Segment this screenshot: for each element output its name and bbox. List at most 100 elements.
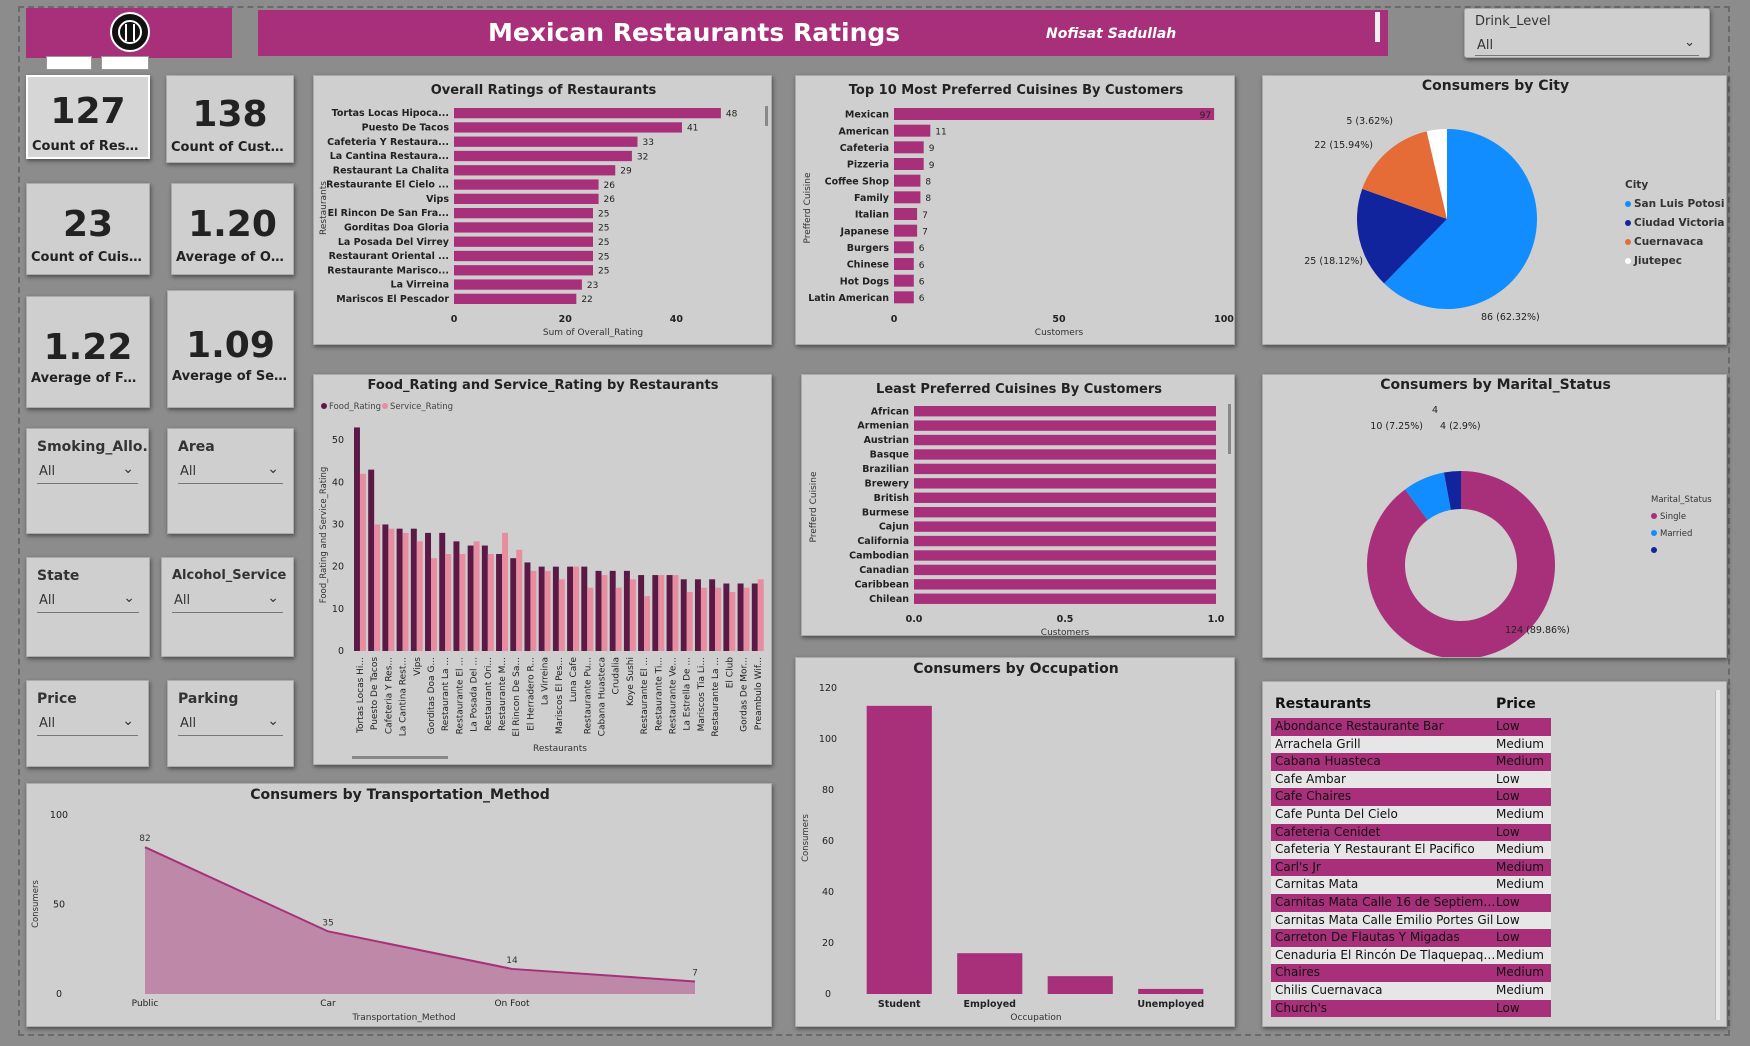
legend-swatch: [1625, 258, 1631, 264]
y-axis-label: Consumers: [31, 880, 41, 928]
bar-food: [652, 575, 659, 651]
bar-food: [595, 570, 602, 651]
x-axis-label: Transportation_Method: [351, 1013, 455, 1023]
consumers-marital-card: Consumers by Marital_Status 124 (89.86%) 1…: [1262, 374, 1727, 658]
slicer-label: Smoking_Allo...: [37, 439, 149, 455]
transport-chart[interactable]: Consumers by Transportation_Method 0 50 100…: [27, 784, 772, 1027]
cell-restaurant: Church's: [1275, 1000, 1328, 1015]
table-row[interactable]: Cafe Punta Del Cielo Medium: [1271, 805, 1551, 824]
table-row[interactable]: Church's Low: [1271, 999, 1551, 1018]
table-row[interactable]: Cabana Huasteca Medium: [1271, 753, 1551, 771]
bar-food: [538, 566, 545, 651]
consumers-marital-chart[interactable]: Consumers by Marital_Status 124 (89.86%) 1…: [1263, 375, 1727, 658]
header-price[interactable]: Price: [1496, 690, 1546, 718]
slicer-label: Parking: [178, 691, 239, 707]
food-service-chart[interactable]: Food_Rating and Service_Rating by Restau…: [314, 375, 772, 765]
table-row[interactable]: Abondance Restaurante Bar Low: [1271, 718, 1551, 736]
bar: [454, 193, 599, 204]
data-label: 25: [598, 267, 609, 277]
price-dropdown[interactable]: All ⌄: [37, 713, 138, 736]
smoking-slicer[interactable]: Smoking_Allo... All ⌄: [26, 428, 149, 534]
bar-service: [359, 473, 366, 651]
header-tab-1[interactable]: [46, 56, 92, 70]
legend-title: Marital_Status: [1651, 495, 1712, 505]
x-tick-label: Mariscos El Pes...: [555, 657, 565, 734]
bar-service: [388, 528, 395, 651]
x-tick-label: Luna Cafe: [569, 657, 579, 703]
table-row[interactable]: Cafe Chaires Low: [1271, 788, 1551, 806]
table-scrollbar[interactable]: [1715, 690, 1720, 1020]
price-table: Restaurants Price Abondance Restaurante B…: [1271, 690, 1551, 1018]
table-row[interactable]: Cafe Ambar Low: [1271, 770, 1551, 789]
consumers-city-chart[interactable]: Consumers by City 86 (62.32%) 25 (18.12%) 2…: [1263, 76, 1727, 345]
header-tab-2[interactable]: [101, 56, 149, 70]
bar-food: [581, 566, 588, 651]
y-tick-label: 20: [332, 562, 344, 573]
smoking-dropdown[interactable]: All ⌄: [37, 461, 138, 484]
alcohol-service-dropdown[interactable]: All ⌄: [172, 590, 283, 613]
bar-service: [601, 575, 608, 651]
legend-label: Married: [1660, 529, 1692, 539]
table-row[interactable]: Arrachela Grill Medium: [1271, 735, 1551, 754]
top10-cuisines-chart[interactable]: Top 10 Most Preferred Cuisines By Custom…: [796, 76, 1235, 345]
area-slicer[interactable]: Area All ⌄: [167, 428, 294, 534]
drink-level-label: Drink_Level: [1475, 14, 1551, 29]
bar: [957, 953, 1023, 994]
bar: [454, 236, 593, 247]
table-row[interactable]: Carl's Jr Medium: [1271, 858, 1551, 877]
kpi-count-cuisine: 23 Count of Cuisine: [26, 183, 150, 275]
table-row[interactable]: Cenaduria El Rincón De Tlaquepaque Medium: [1271, 946, 1551, 965]
cell-price: Low: [1496, 930, 1520, 945]
bar: [454, 265, 593, 276]
category-label: Brazilian: [862, 464, 909, 475]
category-label: Restaurante Marisco...: [327, 265, 449, 276]
bar-food: [467, 545, 474, 651]
chevron-down-icon: ⌄: [267, 461, 279, 477]
data-label: 4 (2.9%): [1440, 421, 1481, 432]
data-label: 7: [922, 228, 928, 238]
x-tick-label: La Posada Del ...: [470, 657, 480, 732]
x-tick-label: Vips: [413, 657, 423, 676]
y-axis-label: Food_Rating and Service_Rating: [319, 467, 329, 604]
table-row[interactable]: Carnitas Mata Calle Emilio Portes Gil Low: [1271, 911, 1551, 930]
category-label: Caribbean: [854, 579, 909, 590]
table-row[interactable]: Chilis Cuernavaca Medium: [1271, 981, 1551, 1000]
parking-dropdown[interactable]: All ⌄: [178, 713, 283, 736]
slicer-label: Alcohol_Service: [172, 568, 287, 583]
alcohol-service-slicer[interactable]: Alcohol_Service All ⌄: [161, 557, 294, 657]
cell-price: Medium: [1496, 859, 1544, 874]
data-label: 8: [925, 178, 931, 188]
least-cuisines-chart[interactable]: Least Preferred Cuisines By Customers Afr…: [802, 375, 1235, 636]
table-row[interactable]: Carreton De Flautas Y Migadas Low: [1271, 929, 1551, 947]
table-row[interactable]: Cafeteria Cenidet Low: [1271, 823, 1551, 842]
table-row[interactable]: Carnitas Mata Medium: [1271, 876, 1551, 894]
x-tick-label: El Herradero R...: [526, 657, 536, 731]
area-dropdown[interactable]: All ⌄: [178, 461, 283, 484]
x-tick-label: Tortas Locas Hi...: [356, 657, 366, 734]
kpi-average-overall: 1.20 Average of Over...: [171, 183, 294, 275]
legend-swatch: [1651, 513, 1657, 519]
state-dropdown[interactable]: All ⌄: [37, 590, 139, 613]
price-slicer[interactable]: Price All ⌄: [26, 680, 149, 767]
category-label: Family: [854, 193, 890, 204]
state-slicer[interactable]: State All ⌄: [26, 557, 150, 657]
category-label: Cajun: [879, 522, 909, 533]
data-label: 9: [929, 161, 935, 171]
header-restaurants[interactable]: Restaurants: [1271, 690, 1496, 718]
restaurants-price-table[interactable]: Restaurants Price Abondance Restaurante B…: [1262, 681, 1727, 1027]
legend-swatch: [1651, 547, 1657, 553]
x-tick-label: Restaurant La ...: [441, 657, 451, 731]
occupation-chart[interactable]: Consumers by Occupation 0 20 40 60 80 100 120 St…: [796, 658, 1235, 1027]
data-label: 7: [922, 211, 928, 221]
parking-slicer[interactable]: Parking All ⌄: [167, 680, 294, 767]
overall-ratings-chart[interactable]: Overall Ratings of Restaurants Tortas Loc…: [314, 76, 772, 345]
cell-price: Low: [1496, 894, 1520, 909]
table-row[interactable]: Chaires Medium: [1271, 964, 1551, 982]
drink-level-dropdown[interactable]: All ⌄: [1475, 35, 1699, 56]
table-row[interactable]: Cafeteria Y Restaurant El Pacifico Medium: [1271, 841, 1551, 859]
bar-food: [481, 545, 488, 651]
drink-level-slicer[interactable]: Drink_Level All ⌄: [1464, 8, 1710, 58]
table-row[interactable]: Carnitas Mata Calle 16 de Septiembre Low: [1271, 893, 1551, 912]
x-tick-label: 100: [1214, 314, 1234, 325]
scrollbar: [352, 756, 448, 759]
